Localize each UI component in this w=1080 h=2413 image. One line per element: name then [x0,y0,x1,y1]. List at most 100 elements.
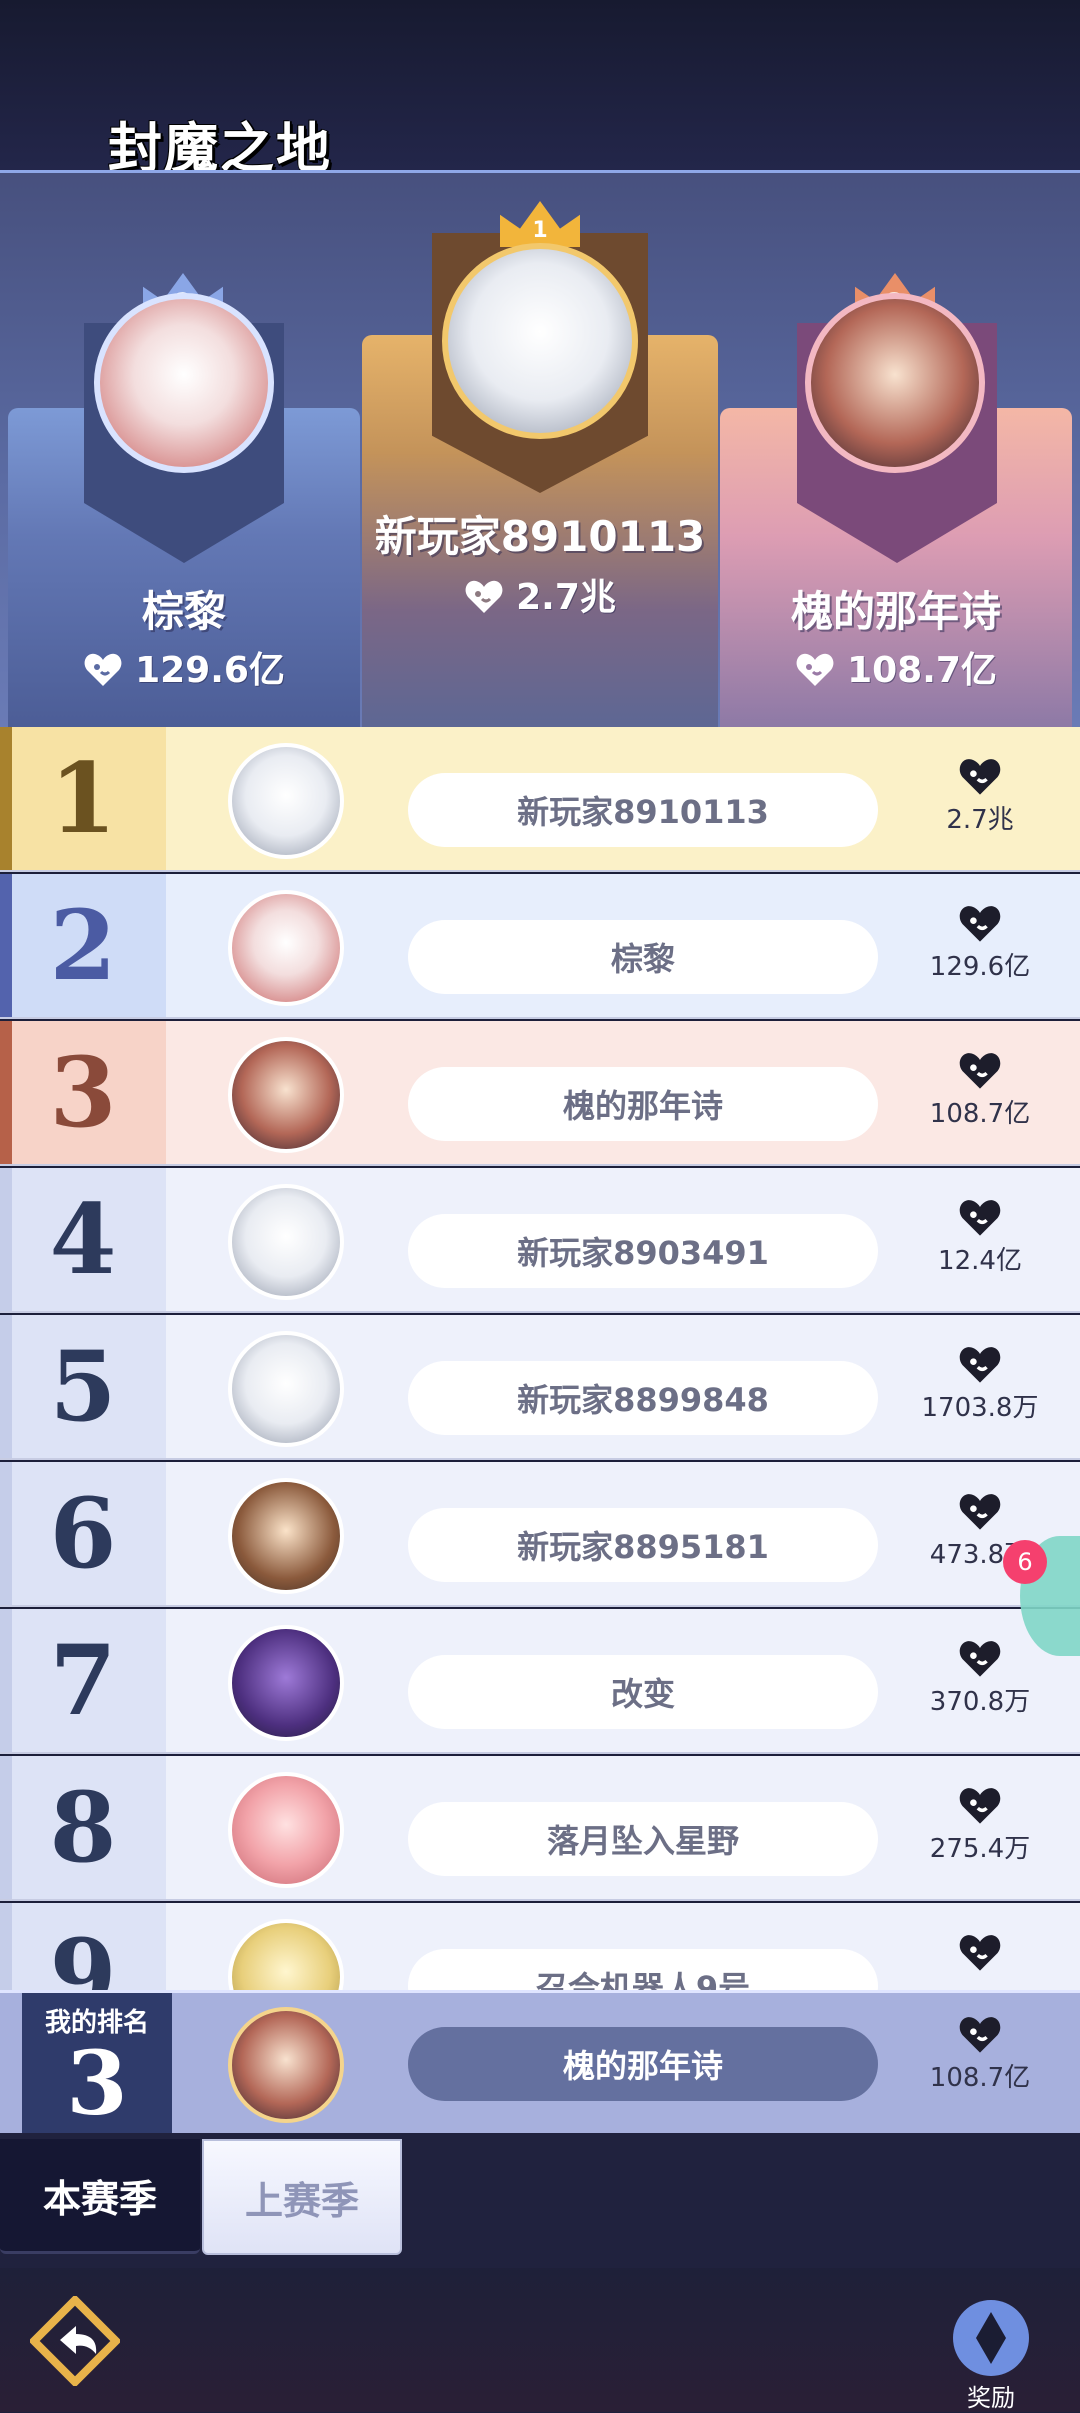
heart-icon [959,1935,1001,1971]
player-score: 129.6亿 [900,904,1060,1004]
score-value: 2.7兆 [516,577,616,618]
rank-text: 4 [49,1183,117,1296]
rank-number: 3 [0,1021,166,1164]
rank-accent-bar [0,874,12,1017]
ranking-list[interactable]: 1 新玩家8910113 2.7兆 2 棕黎 129.6亿 3 槐的那年诗 108.7亿 4 新玩家… [0,727,1080,1990]
table-row[interactable]: 7 改变 370.8万 [0,1609,1080,1754]
avatar[interactable] [228,1478,344,1594]
player-name: 新玩家8903491 [408,1214,878,1288]
table-row[interactable]: 8 落月坠入星野 275.4万 [0,1756,1080,1901]
my-rank-name: 槐的那年诗 [408,2027,878,2101]
player-score: 12.4亿 [900,1198,1060,1298]
rank-number: 8 [0,1756,166,1899]
player-name: 改变 [408,1655,878,1729]
score-value: 129.6亿 [135,650,285,691]
season-tabs: 本赛季 上赛季 [0,2133,1080,2268]
player-score [900,1933,1060,1990]
rank-text: 9 [49,1918,117,1990]
rank-text: 6 [49,1477,117,1590]
rank-text: 3 [49,1036,117,1149]
heart-icon [796,653,834,686]
score-value: 1703.8万 [921,1393,1039,1423]
rank-accent-bar [0,1756,12,1899]
avatar[interactable] [228,1184,344,1300]
rank-accent-bar [0,1903,12,1990]
avatar[interactable] [442,243,638,439]
rank-number: 5 [0,1315,166,1458]
rank-accent-bar [0,1609,12,1752]
rank-accent-bar [0,727,12,870]
player-name: 新玩家8899848 [408,1361,878,1435]
reward-label[interactable]: 奖励 [942,2378,1040,2413]
heart-icon [959,2017,1001,2053]
table-row[interactable]: 3 槐的那年诗 108.7亿 [0,1021,1080,1166]
bottom-bar: 奖励 [0,2268,1080,2412]
rank-number: 9 [0,1903,166,1990]
table-row[interactable]: 5 新玩家8899848 1703.8万 [0,1315,1080,1460]
rank-text: 1 [49,742,117,855]
player-name: 召合机器人9号 [408,1949,878,1990]
rank-accent-bar [0,1315,12,1458]
heart-icon [465,580,503,613]
avatar[interactable] [228,743,344,859]
player-score: 275.4万 [900,1786,1060,1886]
player-name: 新玩家8895181 [408,1508,878,1582]
heart-icon [959,1200,1001,1236]
score-value: 129.6亿 [929,952,1031,982]
heart-icon [959,906,1001,942]
rank-text: 7 [49,1624,117,1737]
notification-badge: 6 [1003,1540,1047,1584]
player-name: 新玩家8910113 [408,773,878,847]
crown-number: 1 [532,218,548,243]
rank-number: 1 [0,727,166,870]
heart-icon [959,1641,1001,1677]
tab-current-season[interactable]: 本赛季 [0,2139,200,2254]
avatar[interactable] [228,2007,344,2123]
heart-icon [959,1788,1001,1824]
player-name: 棕黎 [408,920,878,994]
table-row[interactable]: 1 新玩家8910113 2.7兆 [0,727,1080,872]
rank-number: 6 [0,1462,166,1605]
reward-icon[interactable] [944,2298,1038,2378]
player-name: 落月坠入星野 [408,1802,878,1876]
score-value: 108.7亿 [929,2063,1031,2093]
avatar[interactable] [228,1037,344,1153]
table-row[interactable]: 4 新玩家8903491 12.4亿 [0,1168,1080,1313]
podium-name-1: 新玩家8910113 [374,512,706,561]
podium-score-2: 129.6亿 [8,641,360,693]
heart-icon [84,653,122,686]
rank-accent-bar [0,1021,12,1164]
my-rank-row[interactable]: 我的排名 3 槐的那年诗 108.7亿 [0,1990,1080,2136]
player-score: 2.7兆 [900,757,1060,857]
score-value: 108.7亿 [929,1099,1031,1129]
score-value: 370.8万 [929,1687,1031,1717]
tab-previous-season[interactable]: 上赛季 [202,2139,402,2255]
player-score: 370.8万 [900,1639,1060,1739]
score-value: 12.4亿 [938,1246,1022,1276]
podium: 2 1 3 棕黎 129.6亿 新玩家8910113 2.7兆 槐的那年诗 10… [0,170,1080,728]
rank-accent-bar [0,1462,12,1605]
my-rank-score: 108.7亿 [900,2015,1060,2115]
rank-accent-bar [0,1168,12,1311]
table-row[interactable]: 9 召合机器人9号 [0,1903,1080,1990]
avatar[interactable] [228,890,344,1006]
back-arrow-icon[interactable] [30,2296,120,2386]
table-row[interactable]: 2 棕黎 129.6亿 [0,874,1080,1019]
my-rank-badge: 我的排名 3 [22,1993,172,2136]
table-row[interactable]: 6 新玩家8895181 473.8万 [0,1462,1080,1607]
avatar[interactable] [228,1625,344,1741]
player-score: 108.7亿 [900,1051,1060,1151]
player-name: 槐的那年诗 [408,1067,878,1141]
avatar[interactable] [228,1331,344,1447]
rank-text: 2 [49,889,117,1002]
heart-icon [959,1053,1001,1089]
score-value: 2.7兆 [946,805,1014,835]
avatar[interactable] [805,293,985,473]
rank-number: 7 [0,1609,166,1752]
avatar[interactable] [228,1772,344,1888]
score-value: 108.7亿 [847,650,997,691]
rank-number: 2 [0,874,166,1017]
crown-icon-1: 1 [500,201,580,247]
avatar[interactable] [94,293,274,473]
rank-text: 8 [49,1771,117,1884]
